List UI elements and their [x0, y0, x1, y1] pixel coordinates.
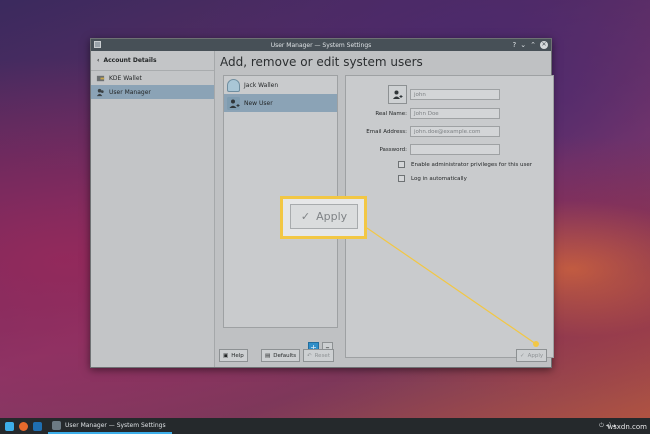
reset-button[interactable]: ↶ Reset	[303, 349, 334, 362]
sidebar-item-user-manager[interactable]: User Manager	[91, 85, 214, 99]
password-row: Password:	[348, 144, 500, 155]
maximize-icon[interactable]: ⌃	[530, 39, 536, 51]
avatar	[227, 78, 240, 92]
users-icon	[96, 88, 104, 96]
sidebar-back-label: Account Details	[103, 57, 157, 64]
autologin-checkbox[interactable]	[398, 175, 405, 182]
admin-checkbox-label: Enable administrator privileges for this…	[411, 161, 532, 168]
sidebar: ‹ Account Details KDE Wallet User Manage…	[91, 51, 215, 367]
window-title: User Manager — System Settings	[270, 41, 372, 49]
real-name-row: Real Name: John Doe	[348, 108, 500, 119]
user-name: New User	[244, 99, 273, 107]
sidebar-item-label: User Manager	[109, 88, 151, 96]
watermark: wsxdn.com	[607, 423, 647, 431]
password-field[interactable]	[410, 144, 500, 155]
reset-icon: ↶	[307, 352, 312, 359]
firefox-icon[interactable]	[19, 421, 28, 431]
close-icon[interactable]: ✕	[540, 41, 548, 49]
chevron-left-icon: ‹	[97, 57, 100, 64]
back-button[interactable]: ‹ Account Details	[91, 51, 214, 71]
settings-icon	[52, 420, 61, 430]
app-icon	[94, 41, 101, 48]
real-name-field[interactable]: John Doe	[410, 108, 500, 119]
autologin-checkbox-row[interactable]: Log in automatically	[398, 175, 467, 182]
defaults-button[interactable]: ▤ Defaults	[261, 349, 301, 362]
admin-checkbox[interactable]	[398, 161, 405, 168]
launcher-icon[interactable]	[5, 421, 14, 431]
username-field[interactable]: john	[410, 89, 500, 100]
email-row: Email Address: john.doe@example.com	[348, 126, 500, 137]
defaults-icon: ▤	[265, 352, 271, 359]
apply-button[interactable]: ✓ Apply	[516, 349, 548, 362]
wallet-icon	[96, 75, 105, 81]
autologin-checkbox-label: Log in automatically	[411, 175, 467, 182]
list-item[interactable]: Jack Wallen	[224, 76, 337, 94]
user-details-panel: john Real Name: John Doe Email Address: …	[345, 75, 554, 358]
help-window-icon[interactable]: ?	[513, 39, 517, 51]
sidebar-item-label: KDE Wallet	[109, 74, 142, 82]
help-button[interactable]: ▣ Help	[219, 349, 248, 362]
title-bar[interactable]: User Manager — System Settings ? ⌄ ⌃ ✕	[91, 39, 551, 51]
main-content: Add, remove or edit system users Jack Wa…	[219, 51, 554, 367]
minimize-icon[interactable]: ⌄	[520, 39, 526, 51]
page-title: Add, remove or edit system users	[220, 55, 423, 69]
taskbar-item-user-manager[interactable]: User Manager — System Settings	[48, 418, 172, 434]
admin-checkbox-row[interactable]: Enable administrator privileges for this…	[398, 161, 532, 168]
apply-callout-button: ✓ Apply	[290, 204, 358, 229]
check-icon: ✓	[300, 210, 311, 223]
sidebar-item-kde-wallet[interactable]: KDE Wallet	[91, 71, 214, 85]
password-label: Password:	[379, 146, 407, 153]
new-user-icon	[227, 96, 240, 110]
list-item[interactable]: New User	[224, 94, 337, 112]
apply-callout-highlight: ✓ Apply	[280, 196, 367, 239]
real-name-label: Real Name:	[375, 110, 407, 117]
user-name: Jack Wallen	[244, 81, 279, 89]
help-icon: ▣	[223, 352, 229, 359]
username-row: john	[348, 89, 500, 100]
email-label: Email Address:	[366, 128, 407, 135]
file-manager-icon[interactable]	[33, 421, 42, 431]
taskbar: User Manager — System Settings ⏻ ◂) ▴ ws…	[0, 418, 650, 434]
window-controls: ? ⌄ ⌃ ✕	[513, 39, 548, 51]
check-icon: ✓	[520, 352, 525, 359]
email-field[interactable]: john.doe@example.com	[410, 126, 500, 137]
